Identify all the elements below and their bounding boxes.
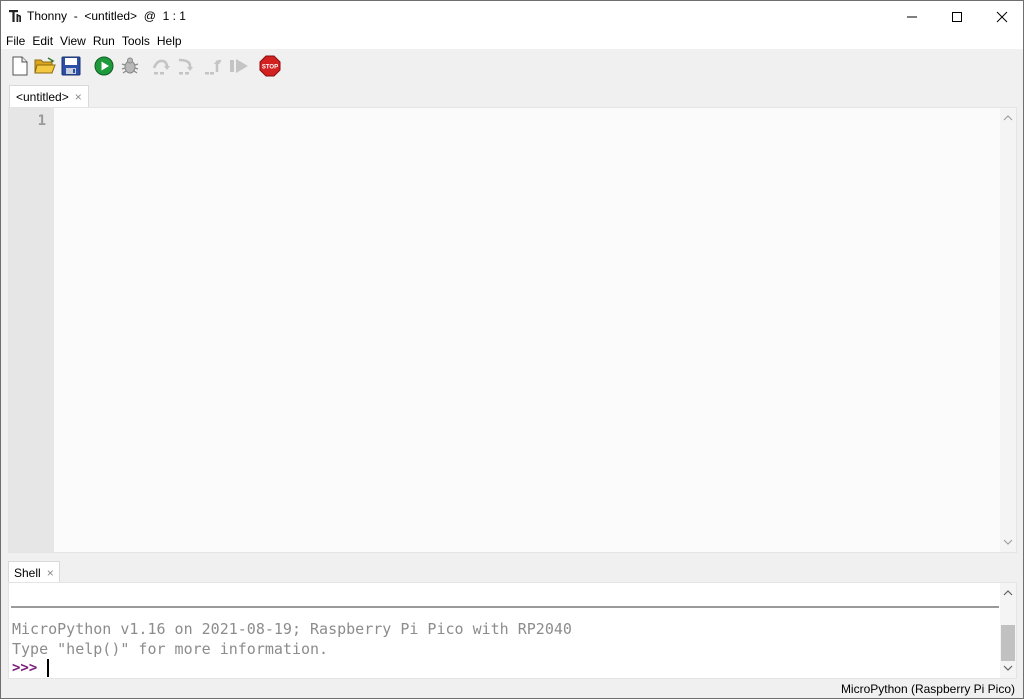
- menu-help[interactable]: Help: [157, 34, 182, 48]
- stop-icon: STOP: [259, 55, 281, 77]
- step-into-button[interactable]: [176, 55, 198, 77]
- shell-panel[interactable]: MicroPython v1.16 on 2021-08-19; Raspber…: [8, 582, 1017, 679]
- stop-button[interactable]: STOP: [259, 55, 281, 77]
- shell-prompt: >>>: [12, 660, 38, 676]
- shell-tab-close-icon[interactable]: ×: [47, 566, 54, 580]
- resume-icon: [230, 59, 248, 73]
- minimize-icon: [907, 16, 917, 17]
- step-out-button[interactable]: [203, 55, 225, 77]
- menu-tools[interactable]: Tools: [122, 34, 150, 48]
- window-title: Thonny - <untitled> @ 1 : 1: [27, 9, 186, 23]
- code-text-area[interactable]: [54, 108, 1000, 552]
- debug-button[interactable]: [119, 55, 141, 77]
- new-file-button[interactable]: [9, 55, 31, 77]
- scroll-down-icon[interactable]: [1003, 537, 1013, 547]
- new-file-icon: [12, 56, 28, 76]
- tab-shell[interactable]: Shell ×: [8, 561, 60, 583]
- step-out-icon: [205, 59, 222, 75]
- scrollbar-thumb[interactable]: [1001, 625, 1015, 661]
- code-editor: 1: [8, 107, 1017, 553]
- tab-close-icon[interactable]: ×: [75, 90, 82, 104]
- scroll-down-icon[interactable]: [1003, 663, 1013, 673]
- save-button[interactable]: [60, 55, 82, 77]
- maximize-button[interactable]: [934, 1, 980, 32]
- status-bar: MicroPython (Raspberry Pi Pico): [1, 679, 1023, 698]
- interpreter-selector[interactable]: MicroPython (Raspberry Pi Pico): [841, 682, 1015, 696]
- save-icon: [61, 56, 81, 76]
- editor-tab-bar: <untitled> ×: [1, 84, 1023, 108]
- step-over-button[interactable]: [151, 55, 173, 77]
- shell-tab-bar: Shell ×: [1, 557, 1023, 583]
- run-button[interactable]: [93, 55, 115, 77]
- menu-view[interactable]: View: [60, 34, 86, 48]
- menu-file[interactable]: File: [6, 34, 25, 48]
- minimize-button[interactable]: [889, 1, 935, 32]
- open-folder-icon: [34, 57, 56, 74]
- step-over-icon: [152, 59, 170, 75]
- maximize-icon: [952, 11, 962, 22]
- line-number-gutter: 1: [9, 108, 54, 552]
- app-window: Thonny - <untitled> @ 1 : 1 File Edit Vi…: [0, 0, 1024, 699]
- step-into-icon: [178, 58, 193, 75]
- toolbar: STOP: [1, 49, 1023, 84]
- shell-scrollbar[interactable]: [1000, 583, 1016, 678]
- resume-button[interactable]: [228, 55, 250, 77]
- close-icon: [996, 11, 1008, 22]
- stop-label: STOP: [262, 65, 278, 71]
- shell-output-line: MicroPython v1.16 on 2021-08-19; Raspber…: [12, 620, 572, 638]
- text-cursor: [47, 659, 49, 677]
- menu-edit[interactable]: Edit: [32, 34, 53, 48]
- scroll-up-icon[interactable]: [1003, 588, 1013, 598]
- line-number: 1: [37, 113, 46, 129]
- shell-tab-label: Shell: [14, 565, 41, 580]
- open-file-button[interactable]: [34, 55, 56, 77]
- debug-icon: [121, 57, 139, 74]
- title-bar[interactable]: Thonny - <untitled> @ 1 : 1: [1, 1, 1023, 32]
- shell-output-line: Type "help()" for more information.: [12, 640, 329, 658]
- menu-run[interactable]: Run: [93, 34, 115, 48]
- scroll-up-icon[interactable]: [1003, 113, 1013, 123]
- editor-scrollbar[interactable]: [1000, 108, 1016, 552]
- close-window-button[interactable]: [979, 1, 1024, 32]
- tab-untitled[interactable]: <untitled> ×: [9, 85, 89, 108]
- run-icon: [94, 56, 114, 76]
- thonny-logo-icon: [9, 9, 23, 23]
- shell-separator: [11, 606, 999, 608]
- menu-bar: File Edit View Run Tools Help: [1, 32, 1023, 49]
- tab-label: <untitled>: [16, 90, 69, 104]
